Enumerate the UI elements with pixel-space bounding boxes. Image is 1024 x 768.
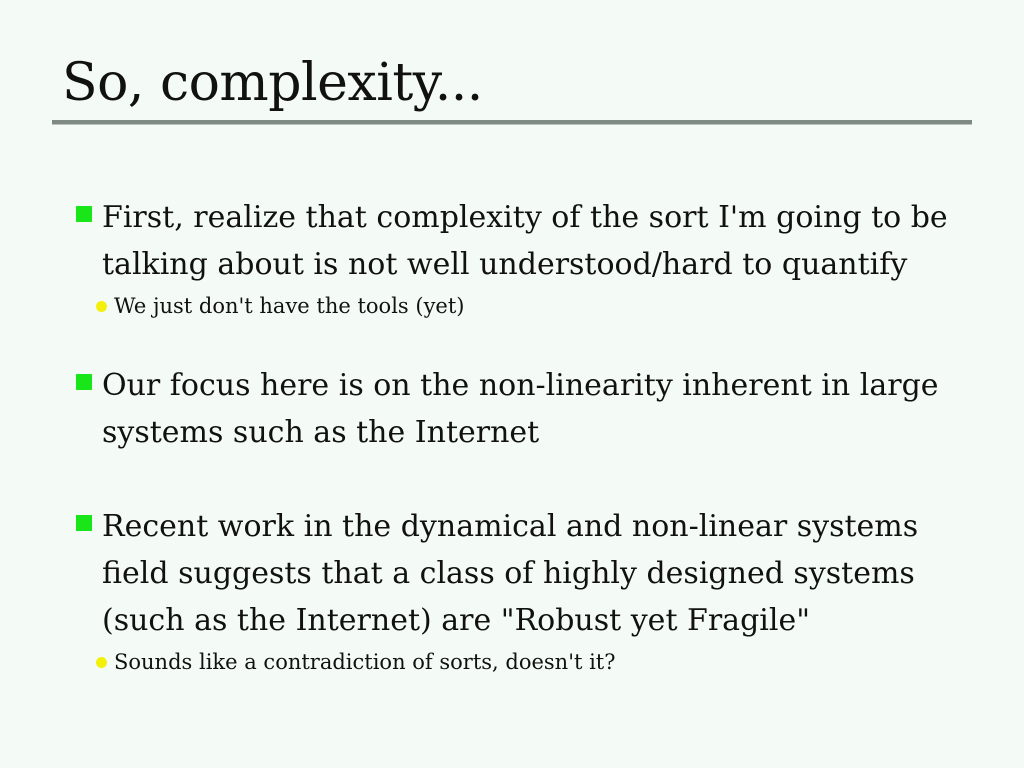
square-bullet-icon [76,206,92,222]
bullet-item: First, realize that complexity of the so… [76,194,982,288]
square-bullet-icon [76,515,92,531]
sub-bullet-item: Sounds like a contradiction of sorts, do… [96,647,974,677]
sub-bullet-text: We just don't have the tools (yet) [114,294,465,318]
circle-bullet-icon [96,301,107,312]
bullet-text: Our focus here is on the non-linearity i… [102,368,939,450]
sub-bullet-item: We just don't have the tools (yet) [96,291,974,321]
square-bullet-icon [76,374,92,390]
bullet-text: First, realize that complexity of the so… [102,200,948,282]
slide-title: So, complexity... [62,53,483,113]
bullet-text: Recent work in the dynamical and non-lin… [102,509,919,638]
bullet-item: Our focus here is on the non-linearity i… [76,362,982,456]
circle-bullet-icon [96,657,107,668]
sub-bullet-text: Sounds like a contradiction of sorts, do… [114,650,616,674]
title-divider [52,120,972,125]
bullet-item: Recent work in the dynamical and non-lin… [76,503,982,644]
